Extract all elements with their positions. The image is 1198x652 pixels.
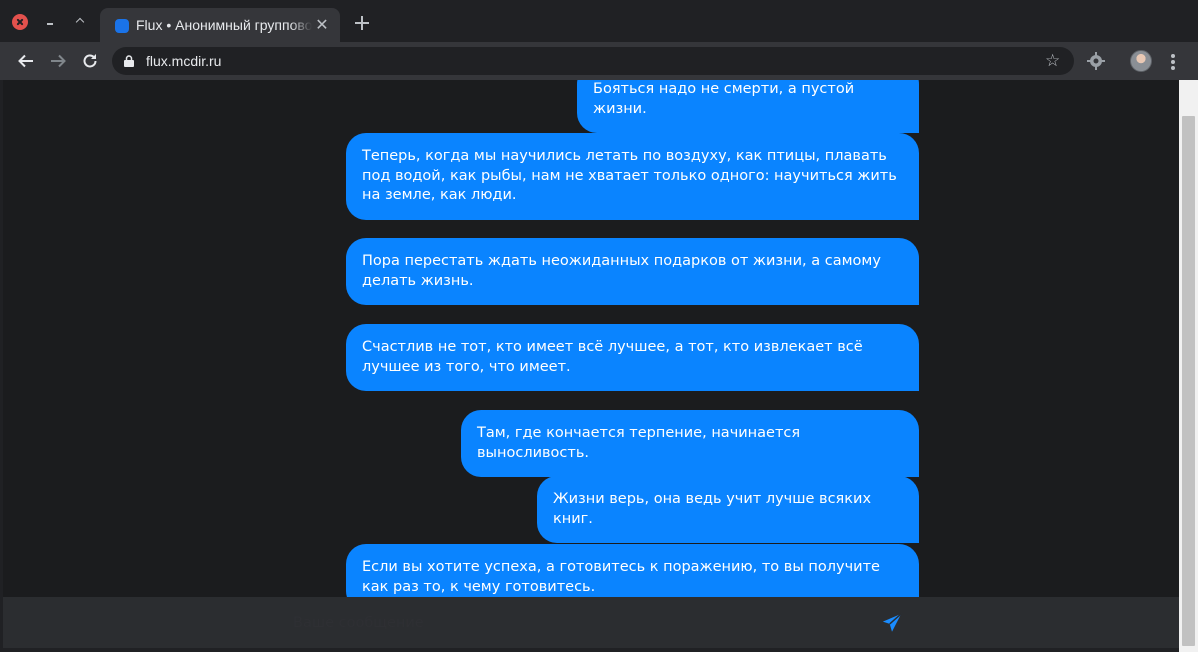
profile-avatar[interactable]: [1130, 50, 1152, 72]
arrow-right-icon: [51, 54, 66, 68]
bookmark-star-icon[interactable]: ☆: [1045, 51, 1060, 71]
address-bar[interactable]: flux.mcdir.ru ☆: [112, 47, 1074, 75]
message-bubble: Теперь, когда мы научились летать по воз…: [346, 133, 919, 220]
arrow-left-icon: [18, 54, 33, 68]
menu-dot-icon: [1171, 54, 1175, 58]
window-maximize-button[interactable]: [72, 14, 88, 30]
lock-icon: [124, 55, 134, 67]
new-tab-button[interactable]: [352, 13, 372, 33]
browser-toolbar: flux.mcdir.ru ☆: [0, 42, 1198, 80]
browser-tab[interactable]: Flux • Анонимный групповой чат ✕: [100, 8, 340, 42]
reload-icon: [83, 54, 97, 68]
tab-close-icon[interactable]: ✕: [314, 18, 330, 34]
message-input[interactable]: [293, 610, 853, 636]
flux-favicon-icon: [115, 19, 129, 33]
paper-plane-icon[interactable]: [881, 612, 903, 634]
message-bubble: Бояться надо не смерти, а пустой жизни.: [577, 80, 919, 133]
window-minimize-button[interactable]: [42, 14, 58, 30]
message-bubble: Если вы хотите успеха, а готовитесь к по…: [346, 544, 919, 597]
forward-button[interactable]: [46, 49, 70, 73]
message-list[interactable]: Бояться надо не смерти, а пустой жизни. …: [3, 80, 1179, 597]
tab-strip: Flux • Анонимный групповой чат ✕: [0, 0, 1198, 42]
menu-dot-icon: [1171, 60, 1175, 64]
message-composer: [3, 597, 1179, 648]
back-button[interactable]: [14, 49, 38, 73]
url-text: flux.mcdir.ru: [146, 53, 222, 69]
message-bubble: Пора перестать ждать неожиданных подарко…: [346, 238, 919, 305]
gear-extension-icon[interactable]: [1086, 51, 1106, 71]
window-frame: [0, 80, 3, 652]
page-scrollbar[interactable]: [1179, 80, 1198, 652]
chat-page: Бояться надо не смерти, а пустой жизни. …: [3, 80, 1179, 648]
browser-menu-button[interactable]: [1163, 52, 1183, 72]
window-close-button[interactable]: [12, 14, 28, 30]
message-bubble: Там, где кончается терпение, начинается …: [461, 410, 919, 477]
message-bubble: Счастлив не тот, кто имеет всё лучшее, а…: [346, 324, 919, 391]
tab-title: Flux • Анонимный групповой чат: [136, 17, 312, 33]
scrollbar-thumb[interactable]: [1182, 116, 1195, 646]
menu-dot-icon: [1171, 66, 1175, 70]
window-frame: [0, 648, 1179, 652]
message-bubble: Жизни верь, она ведь учит лучше всяких к…: [537, 476, 919, 543]
reload-button[interactable]: [78, 49, 102, 73]
